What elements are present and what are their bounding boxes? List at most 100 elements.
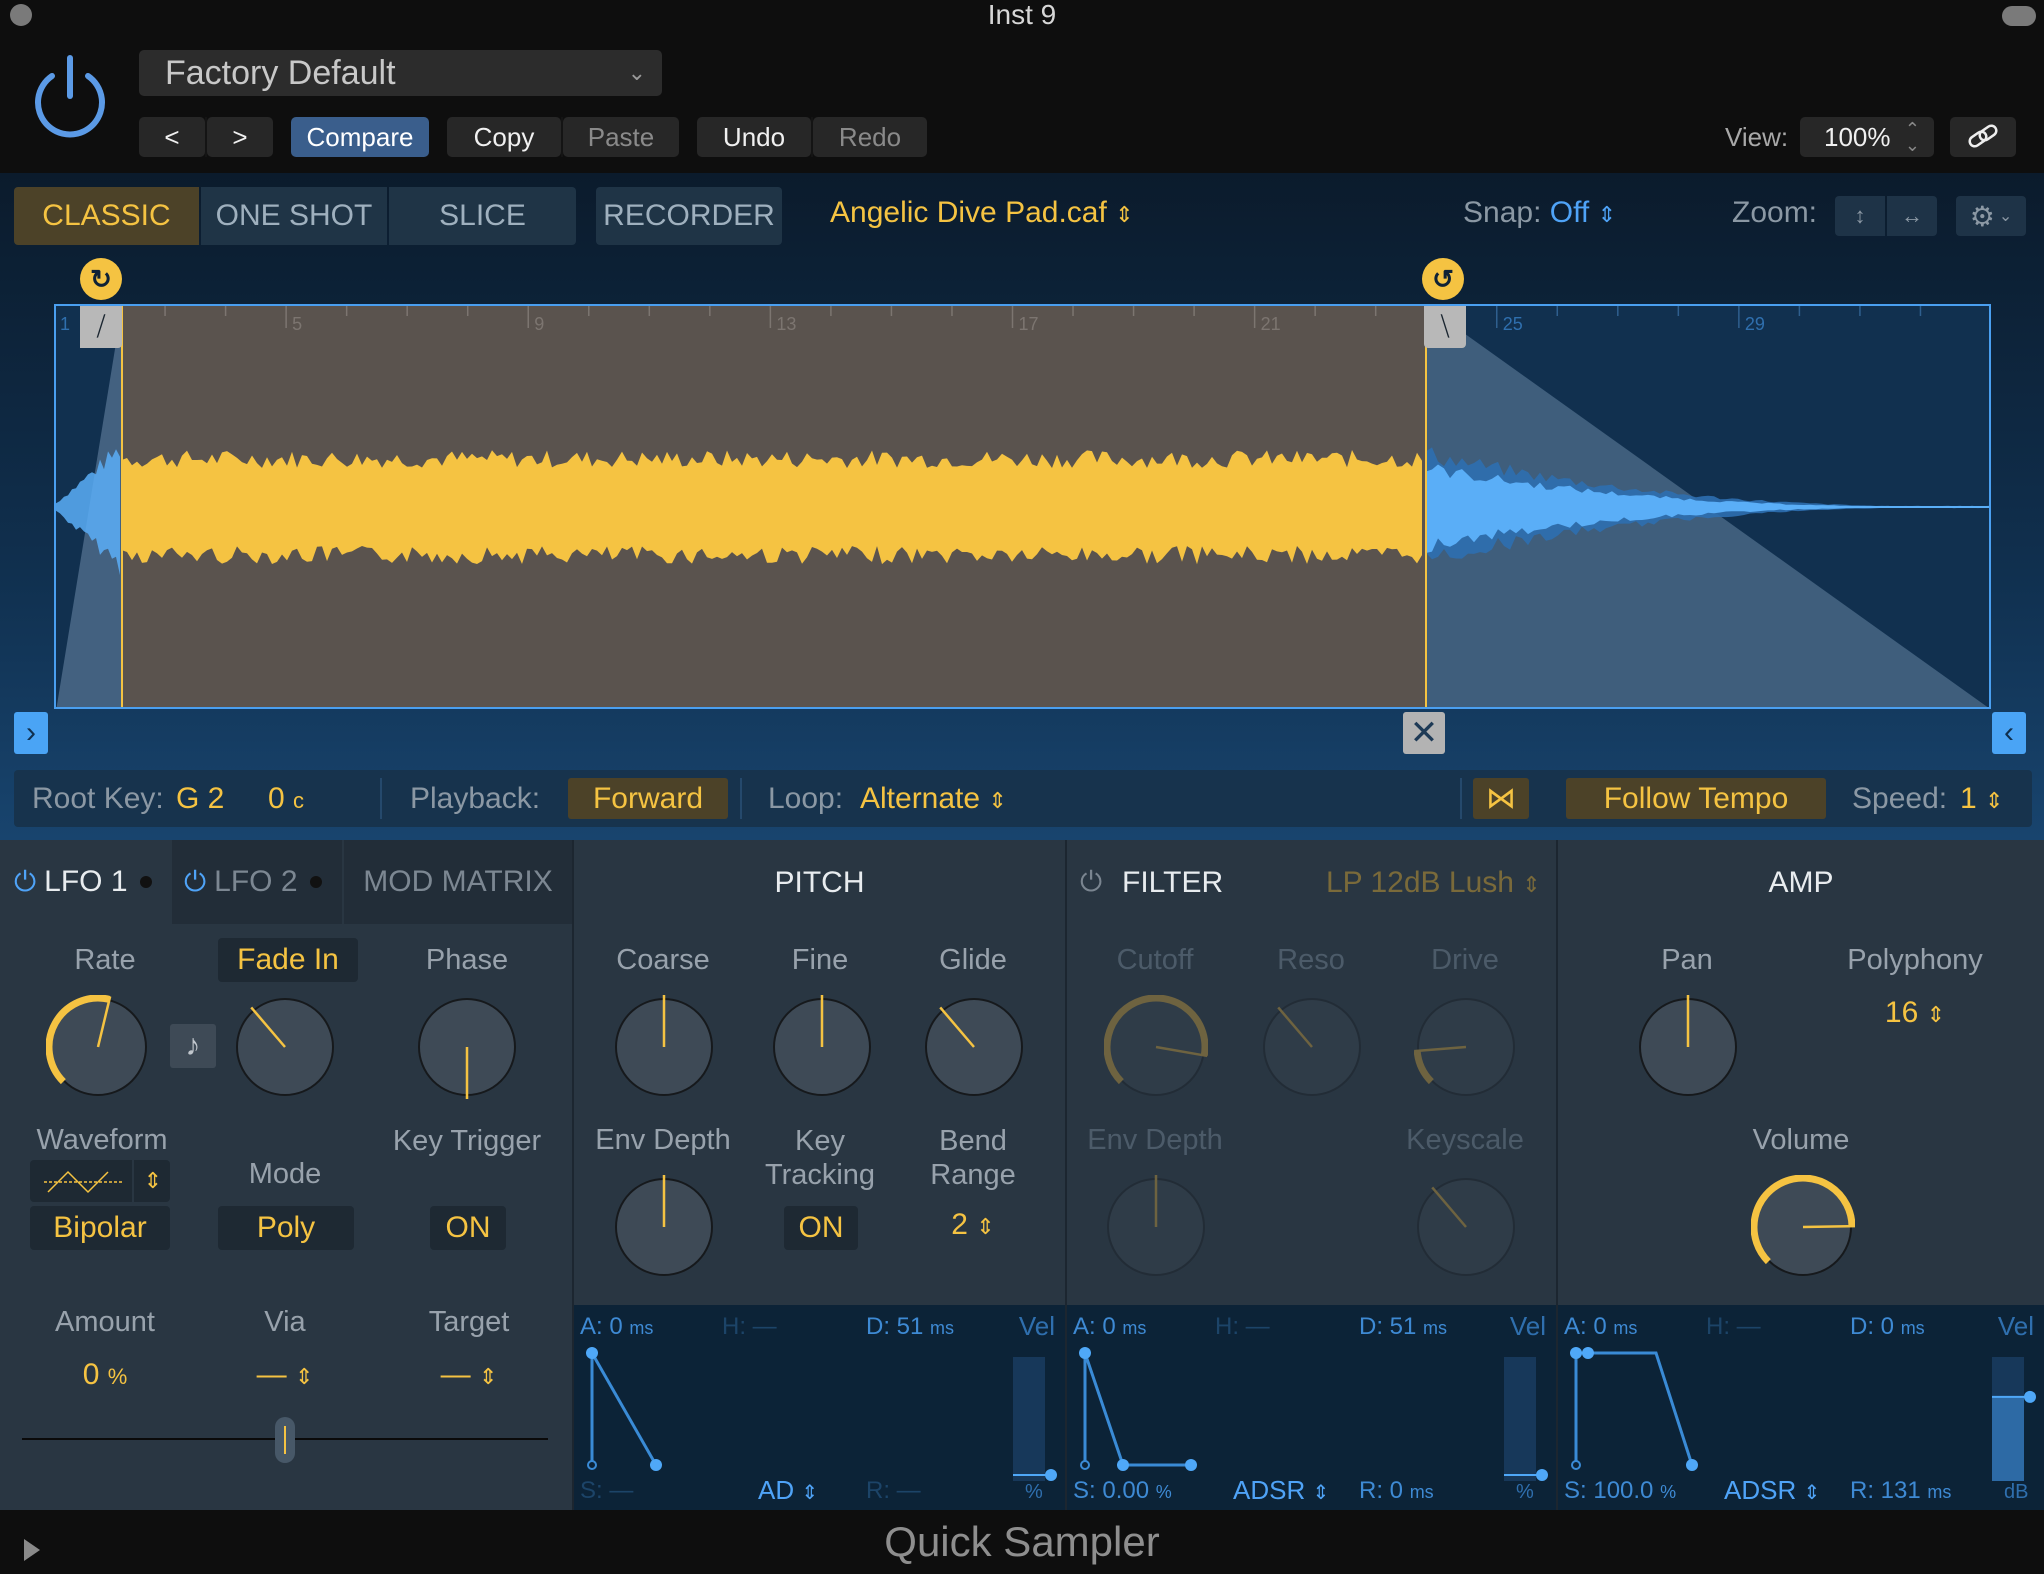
link-button[interactable] bbox=[1950, 117, 2016, 157]
envelope-node bbox=[650, 1459, 662, 1471]
phase-knob[interactable] bbox=[415, 995, 519, 1104]
amount-slider-thumb[interactable] bbox=[275, 1417, 295, 1463]
tab-one-shot[interactable]: ONE SHOT bbox=[201, 187, 387, 245]
root-key-value[interactable]: G 2 bbox=[176, 770, 224, 827]
filter-envelope[interactable]: A: 0 ms H: — D: 51 ms S: 0.00 % R: 0 ms ADSR … bbox=[1067, 1305, 1556, 1510]
glide-label: Glide bbox=[939, 944, 1007, 976]
fade-in-knob[interactable] bbox=[233, 995, 337, 1104]
bend-range-selector[interactable]: 2 ⇕ bbox=[898, 1208, 1048, 1242]
filter-env-depth-knob[interactable] bbox=[1104, 1175, 1208, 1284]
preset-dropdown[interactable]: Factory Default ⌄ bbox=[139, 50, 662, 96]
amount-label: Amount bbox=[55, 1306, 155, 1338]
undo-button[interactable]: Undo bbox=[697, 117, 811, 157]
glide-knob[interactable] bbox=[922, 995, 1026, 1104]
divider bbox=[1460, 778, 1462, 819]
speed-value: 1 bbox=[1960, 782, 1977, 815]
tab-slice[interactable]: SLICE bbox=[389, 187, 576, 245]
speed-label: Speed: bbox=[1852, 782, 1948, 815]
fade-in-handle[interactable]: ⧸ bbox=[80, 306, 122, 348]
follow-tempo-button[interactable]: Follow Tempo bbox=[1566, 778, 1826, 819]
power-icon bbox=[35, 55, 105, 138]
stepper-icon: ⇕ bbox=[1522, 872, 1541, 897]
pitch-env-depth-label: Env Depth bbox=[595, 1124, 731, 1156]
polyphony-selector[interactable]: 16 ⇕ bbox=[1840, 996, 1990, 1030]
zoom-vertical-button[interactable]: ↕ bbox=[1835, 196, 1885, 236]
pan-knob[interactable] bbox=[1636, 995, 1740, 1104]
crossfade-icon: ⋈ bbox=[1486, 782, 1516, 815]
paste-button[interactable]: Paste bbox=[563, 117, 679, 157]
fine-knob[interactable] bbox=[770, 995, 874, 1104]
velocity-slider-track bbox=[1504, 1357, 1536, 1481]
sample-file-selector[interactable]: Angelic Dive Pad.caf ⇕ bbox=[830, 196, 1134, 230]
fine-tune-field[interactable]: 0 c bbox=[268, 770, 304, 827]
tab-classic[interactable]: CLASSIC bbox=[14, 187, 199, 245]
loop-label: Loop: bbox=[768, 782, 844, 815]
reso-knob[interactable] bbox=[1260, 995, 1364, 1104]
lfo-mode-button[interactable]: Poly bbox=[218, 1206, 354, 1250]
fade-out-handle[interactable]: ⧹ bbox=[1424, 306, 1466, 348]
zoom-horizontal-button[interactable]: ↔ bbox=[1887, 196, 1937, 236]
key-trigger-toggle[interactable]: ON bbox=[430, 1206, 506, 1250]
waveform-display[interactable]: 1 5 9 13 17 21 25 29 bbox=[54, 304, 1991, 709]
target-selector[interactable]: — ⇕ bbox=[394, 1358, 544, 1392]
chevron-left-icon: < bbox=[164, 121, 180, 152]
previous-preset-button[interactable]: < bbox=[139, 117, 205, 157]
playback-direction-button[interactable]: Forward bbox=[568, 778, 728, 819]
keyscale-knob[interactable] bbox=[1414, 1175, 1518, 1284]
waveform-selector[interactable]: ⇕ bbox=[30, 1160, 170, 1202]
knob-graphic bbox=[1103, 994, 1209, 1096]
polarity-button[interactable]: Bipolar bbox=[30, 1206, 170, 1250]
filter-power-button[interactable]: ⏻ bbox=[1080, 866, 1102, 899]
filter-type-selector[interactable]: LP 12dB Lush ⇕ bbox=[1326, 866, 1541, 900]
cutoff-knob[interactable] bbox=[1103, 994, 1209, 1104]
tempo-sync-button[interactable]: ♪ bbox=[170, 1024, 216, 1068]
stepper-icon: ⇕ bbox=[976, 1214, 995, 1239]
bend-range-label: Bend Range bbox=[930, 1125, 1016, 1191]
tab-lfo-2[interactable]: ⏻ LFO 2 bbox=[172, 840, 342, 924]
next-preset-button[interactable]: > bbox=[207, 117, 273, 157]
view-zoom-stepper[interactable]: 100% ⌃ ⌄ bbox=[1800, 117, 1934, 157]
key-tracking-toggle[interactable]: ON bbox=[784, 1206, 858, 1250]
knob-pointer bbox=[1802, 1224, 1856, 1229]
snap-selector[interactable]: Snap: Off ⇕ bbox=[1463, 196, 1616, 230]
volume-knob[interactable] bbox=[1750, 1174, 1856, 1284]
power-button[interactable] bbox=[30, 52, 110, 138]
crossfade-button[interactable]: ⋈ bbox=[1473, 778, 1529, 819]
envelope-curve bbox=[1576, 1351, 1694, 1466]
crossfade-marker[interactable]: ✕ bbox=[1403, 712, 1445, 754]
via-label: Via bbox=[264, 1306, 306, 1338]
loop-start-handle[interactable]: ↻ bbox=[80, 258, 122, 300]
sample-start-marker[interactable]: › bbox=[14, 712, 48, 754]
rate-knob[interactable] bbox=[45, 994, 150, 1104]
pan-label: Pan bbox=[1661, 944, 1713, 976]
loop-mode-selector[interactable]: Alternate ⇕ bbox=[860, 770, 1007, 827]
waveform-triangle-icon bbox=[44, 1170, 124, 1194]
copy-button[interactable]: Copy bbox=[447, 117, 561, 157]
ruler-label: 5 bbox=[292, 314, 302, 334]
via-selector[interactable]: — ⇕ bbox=[210, 1358, 360, 1392]
envelope-node bbox=[1185, 1459, 1197, 1471]
sample-end-marker[interactable]: ‹ bbox=[1992, 712, 2026, 754]
stepper-icon: ⇕ bbox=[1985, 788, 2004, 813]
envelope-graph bbox=[1079, 1347, 1548, 1481]
knob-graphic bbox=[925, 998, 1023, 1096]
tab-label: LFO 2 bbox=[214, 865, 298, 898]
amount-value[interactable]: 0 % bbox=[30, 1358, 180, 1392]
redo-button[interactable]: Redo bbox=[813, 117, 927, 157]
coarse-knob[interactable] bbox=[612, 995, 716, 1104]
pitch-env-depth-knob[interactable] bbox=[612, 1175, 716, 1284]
tab-lfo-1[interactable]: ⏻ LFO 1 bbox=[0, 840, 172, 924]
pitch-envelope[interactable]: A: 0 ms H: — D: 51 ms S: — R: — AD ⇕ Vel% bbox=[574, 1305, 1065, 1510]
target-label: Target bbox=[428, 1306, 510, 1338]
amp-envelope[interactable]: A: 0 ms H: — D: 0 ms S: 100.0 % R: 131 ms ADS… bbox=[1558, 1305, 2044, 1510]
speed-selector[interactable]: 1 ⇕ bbox=[1960, 770, 2003, 827]
ruler-label: 29 bbox=[1745, 314, 1765, 334]
knob-graphic bbox=[236, 998, 334, 1096]
drive-knob[interactable] bbox=[1413, 995, 1518, 1104]
fade-in-button[interactable]: Fade In bbox=[218, 938, 358, 982]
tab-mod-matrix[interactable]: MOD MATRIX bbox=[344, 840, 572, 924]
settings-menu-button[interactable]: ⚙ ⌄ bbox=[1956, 196, 2026, 236]
compare-button[interactable]: Compare bbox=[291, 117, 429, 157]
loop-end-handle[interactable]: ↺ bbox=[1422, 258, 1464, 300]
recorder-button[interactable]: RECORDER bbox=[596, 187, 782, 245]
